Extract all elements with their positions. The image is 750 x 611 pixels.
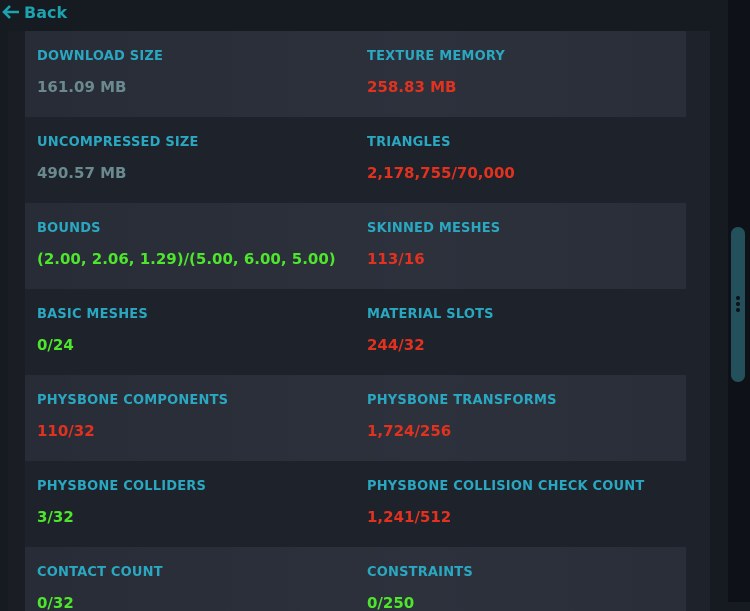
stat-value: 113/16 (367, 250, 425, 268)
stat-value: 0/250 (367, 594, 415, 611)
stat-label: CONSTRAINTS (367, 565, 473, 580)
stat-value: 1,241/512 (367, 508, 452, 526)
stat-value: 258.83 MB (367, 78, 457, 96)
stat-cell: PHYSBONE COLLIDERS 3/32 (37, 479, 206, 526)
stat-row: DOWNLOAD SIZE 161.09 MB TEXTURE MEMORY 258.… (25, 31, 686, 117)
stat-value: 1,724/256 (367, 422, 452, 440)
stat-row: PHYSBONE COLLIDERS 3/32 PHYSBONE COLLISION… (25, 461, 686, 547)
stat-row: CONTACT COUNT 0/32 CONSTRAINTS 0/250 (25, 547, 686, 611)
stat-value: 2,178,755/70,000 (367, 164, 515, 182)
stat-label: UNCOMPRESSED SIZE (37, 135, 199, 150)
stat-cell: PHYSBONE TRANSFORMS 1,724/256 (367, 393, 557, 440)
stat-value: (2.00, 2.06, 1.29)/(5.00, 6.00, 5.00) (37, 250, 336, 268)
stat-row: BASIC MESHES 0/24 MATERIAL SLOTS 244/32 (25, 289, 686, 375)
stat-label: MATERIAL SLOTS (367, 307, 494, 322)
stat-row: PHYSBONE COMPONENTS 110/32 PHYSBONE TRANSF… (25, 375, 686, 461)
stat-row: UNCOMPRESSED SIZE 490.57 MB TRIANGLES 2,178… (25, 117, 686, 203)
stat-cell: SKINNED MESHES 113/16 (367, 221, 500, 268)
stat-cell: BASIC MESHES 0/24 (37, 307, 148, 354)
stat-label: DOWNLOAD SIZE (37, 49, 164, 64)
stat-value: 110/32 (37, 422, 95, 440)
stat-label: TRIANGLES (367, 135, 451, 150)
stat-label: TEXTURE MEMORY (367, 49, 505, 64)
stat-label: PHYSBONE COLLIDERS (37, 479, 207, 494)
stat-label: BOUNDS (37, 221, 101, 236)
arrow-left-icon (2, 5, 19, 19)
stat-label: BASIC MESHES (37, 307, 148, 322)
stat-cell: PHYSBONE COMPONENTS 110/32 (37, 393, 228, 440)
stat-cell: TRIANGLES 2,178,755/70,000 (367, 135, 515, 182)
stat-cell: TEXTURE MEMORY 258.83 MB (367, 49, 505, 96)
stat-value: 161.09 MB (37, 78, 127, 96)
stat-cell: UNCOMPRESSED SIZE 490.57 MB (37, 135, 199, 182)
drag-handle-icon (736, 296, 740, 314)
stat-cell: CONSTRAINTS 0/250 (367, 565, 473, 611)
stat-cell: MATERIAL SLOTS 244/32 (367, 307, 494, 354)
stat-row: BOUNDS (2.00, 2.06, 1.29)/(5.00, 6.00, 5.… (25, 203, 686, 289)
stat-cell: DOWNLOAD SIZE 161.09 MB (37, 49, 163, 96)
stat-value: 244/32 (367, 336, 425, 354)
stat-cell: BOUNDS (2.00, 2.06, 1.29)/(5.00, 6.00, 5.… (37, 221, 336, 268)
stat-label: PHYSBONE TRANSFORMS (367, 393, 557, 408)
back-label: Back (24, 2, 68, 22)
stat-cell: CONTACT COUNT 0/32 (37, 565, 163, 611)
performance-stats-panel: DOWNLOAD SIZE 161.09 MB TEXTURE MEMORY 258.… (8, 31, 710, 611)
stat-label: SKINNED MESHES (367, 221, 501, 236)
stat-cell: PHYSBONE COLLISION CHECK COUNT 1,241/512 (367, 479, 644, 526)
stat-value: 0/32 (37, 594, 74, 611)
stat-value: 3/32 (37, 508, 74, 526)
back-button[interactable]: Back (2, 0, 67, 24)
stat-label: PHYSBONE COLLISION CHECK COUNT (367, 479, 645, 494)
stat-value: 490.57 MB (37, 164, 127, 182)
stat-label: PHYSBONE COMPONENTS (37, 393, 229, 408)
stat-label: CONTACT COUNT (37, 565, 163, 580)
stat-value: 0/24 (37, 336, 74, 354)
